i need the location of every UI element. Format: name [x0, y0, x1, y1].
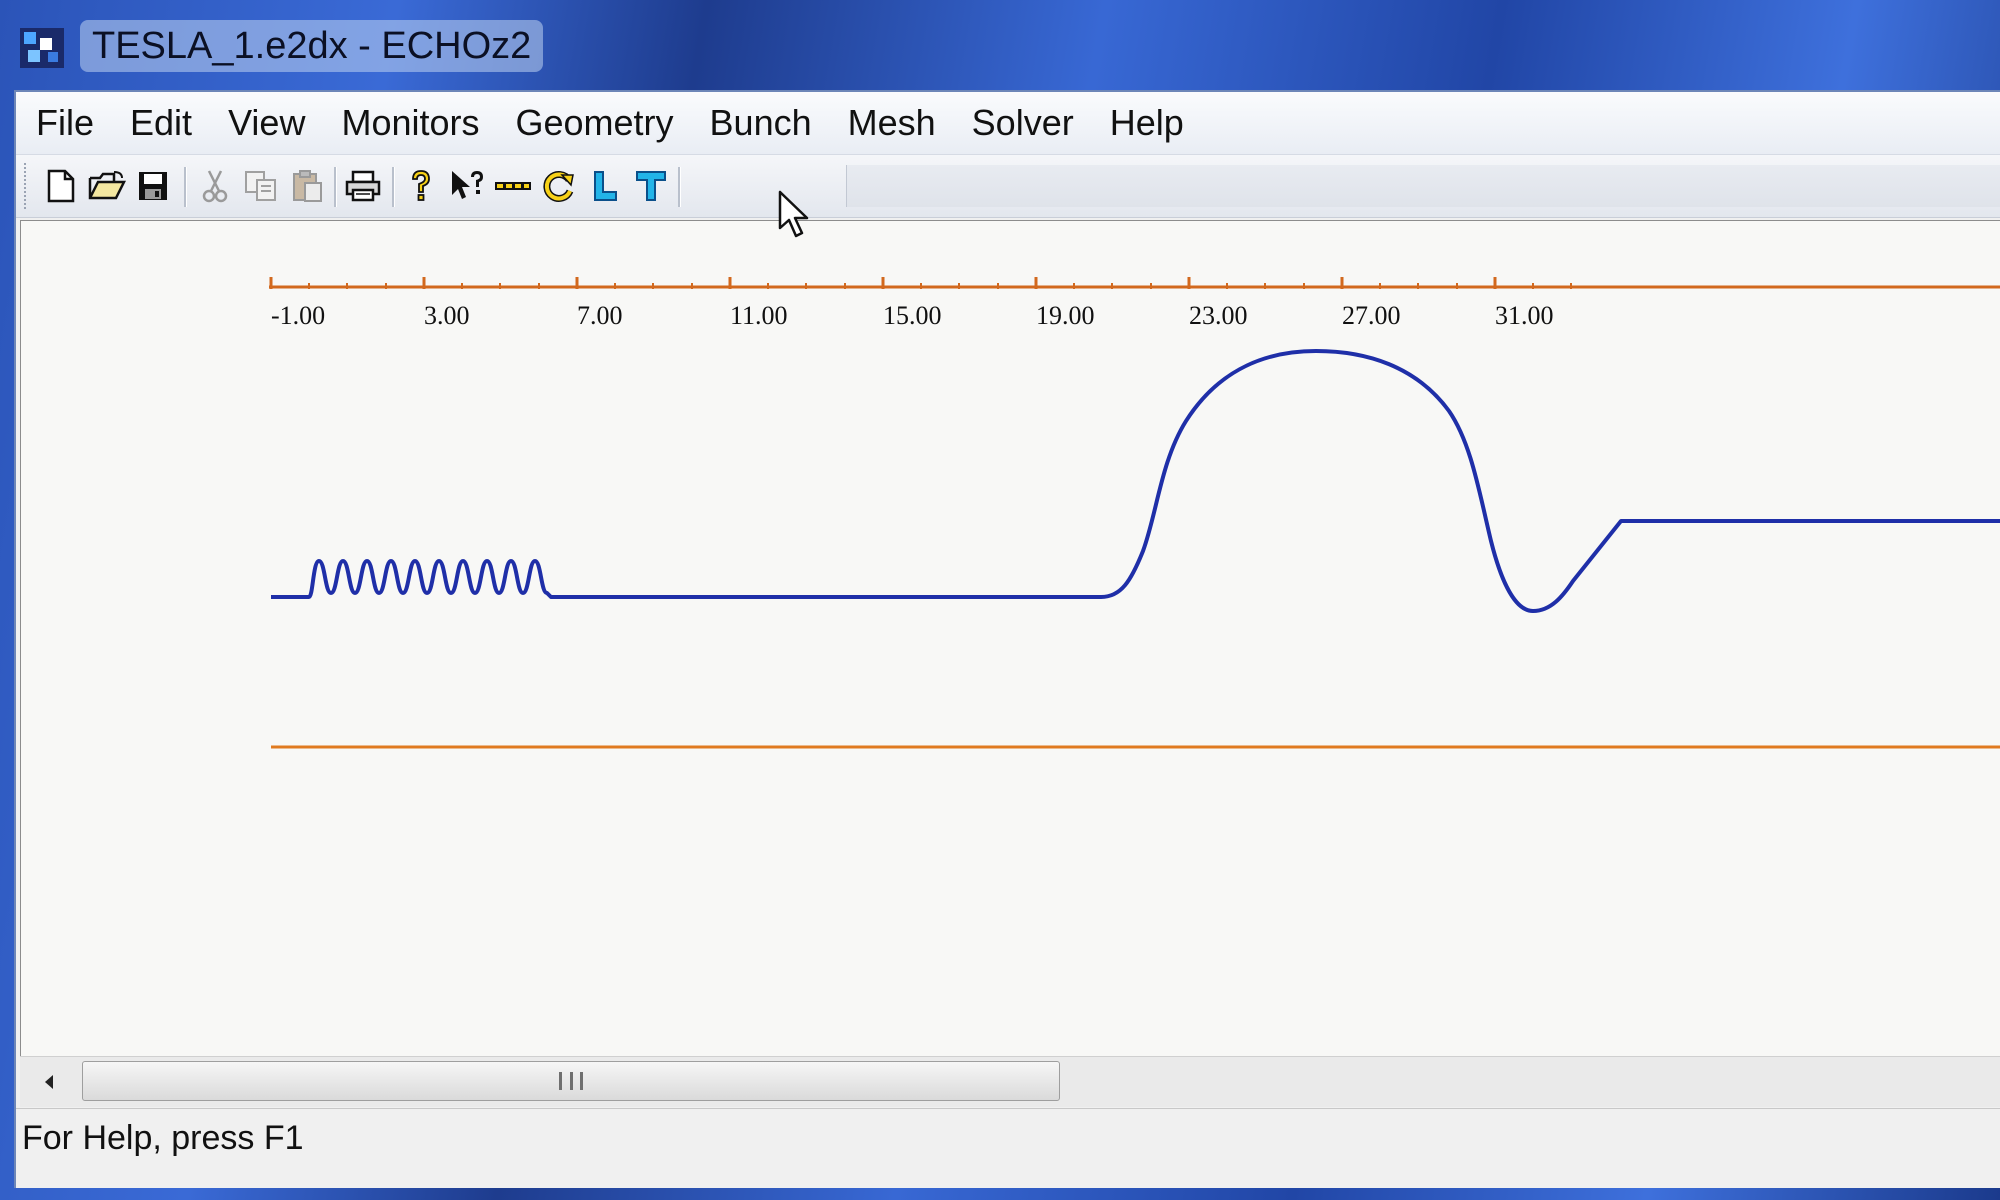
paste-icon — [293, 170, 322, 202]
menu-file[interactable]: File — [16, 93, 112, 153]
scroll-thumb[interactable] — [82, 1061, 1060, 1101]
context-help-icon — [452, 171, 483, 199]
tick-label: 19.00 — [1036, 301, 1095, 330]
save-button[interactable] — [128, 163, 178, 209]
l-shape-icon — [594, 171, 617, 201]
dashed-line-icon — [495, 182, 531, 190]
tick-label: 31.00 — [1495, 301, 1554, 330]
toolbar-separator — [334, 167, 337, 207]
open-button[interactable] — [82, 163, 132, 209]
chevron-left-icon — [45, 1075, 53, 1089]
tick-label: 23.00 — [1189, 301, 1248, 330]
copy-icon — [245, 171, 276, 201]
menu-help[interactable]: Help — [1092, 93, 1202, 153]
toolbar-separator — [678, 167, 681, 207]
tick-label: 27.00 — [1342, 301, 1401, 330]
geometry-plot[interactable]: -1.00 3.00 7.00 11.00 15.00 19.00 23.00 … — [21, 221, 2000, 1057]
menu-monitors[interactable]: Monitors — [323, 93, 497, 153]
geometry-profile-line — [271, 349, 2000, 613]
paste-button[interactable] — [282, 163, 332, 209]
t-shape-button[interactable] — [626, 163, 676, 209]
about-icon — [412, 170, 430, 201]
tick-label: 7.00 — [577, 301, 623, 330]
copy-button[interactable] — [236, 163, 286, 209]
tick-label: 3.00 — [424, 301, 470, 330]
toolbar-grip[interactable] — [24, 163, 30, 209]
toolbar-separator — [392, 167, 395, 207]
new-file-button[interactable] — [36, 163, 86, 209]
rotate-icon — [543, 171, 574, 202]
menu-view[interactable]: View — [210, 93, 323, 153]
cut-icon — [202, 170, 228, 203]
status-bar: For Help, press F1 — [16, 1108, 2000, 1171]
about-button[interactable] — [396, 163, 446, 209]
horizontal-scrollbar[interactable] — [20, 1056, 2000, 1107]
window-title: TESLA_1.e2dx - ECHOz2 — [80, 20, 544, 72]
tick-label: 15.00 — [883, 301, 942, 330]
status-text: For Help, press F1 — [22, 1119, 304, 1157]
menu-bar: File Edit View Monitors Geometry Bunch M… — [16, 92, 2000, 155]
title-bar[interactable]: TESLA_1.e2dx - ECHOz2 — [0, 0, 2000, 90]
tick-label: -1.00 — [271, 301, 325, 330]
new-file-icon — [47, 169, 75, 203]
save-icon — [139, 172, 167, 200]
tick-label: 11.00 — [730, 301, 788, 330]
open-folder-icon — [88, 171, 126, 200]
cut-button[interactable] — [190, 163, 240, 209]
menu-geometry[interactable]: Geometry — [498, 93, 692, 153]
print-icon — [345, 170, 381, 202]
menu-solver[interactable]: Solver — [954, 93, 1092, 153]
scroll-thumb-grip-icon — [559, 1072, 583, 1090]
menu-mesh[interactable]: Mesh — [830, 93, 954, 153]
app-window: File Edit View Monitors Geometry Bunch M… — [14, 90, 2000, 1188]
geometry-view[interactable]: -1.00 3.00 7.00 11.00 15.00 19.00 23.00 … — [20, 220, 2000, 1057]
toolbar-separator — [184, 167, 187, 207]
app-icon — [20, 28, 64, 68]
toolbar-empty-area — [846, 165, 2000, 207]
menu-edit[interactable]: Edit — [112, 93, 210, 153]
context-help-button[interactable] — [442, 163, 492, 209]
scroll-left-button[interactable] — [32, 1065, 66, 1099]
l-shape-button[interactable] — [580, 163, 630, 209]
rotate-button[interactable] — [534, 163, 584, 209]
menu-bunch[interactable]: Bunch — [692, 93, 830, 153]
mouse-pointer-icon — [778, 190, 809, 238]
print-button[interactable] — [338, 163, 388, 209]
t-shape-icon — [636, 171, 666, 201]
toolbar — [16, 155, 2000, 218]
dashed-line-button[interactable] — [488, 163, 538, 209]
